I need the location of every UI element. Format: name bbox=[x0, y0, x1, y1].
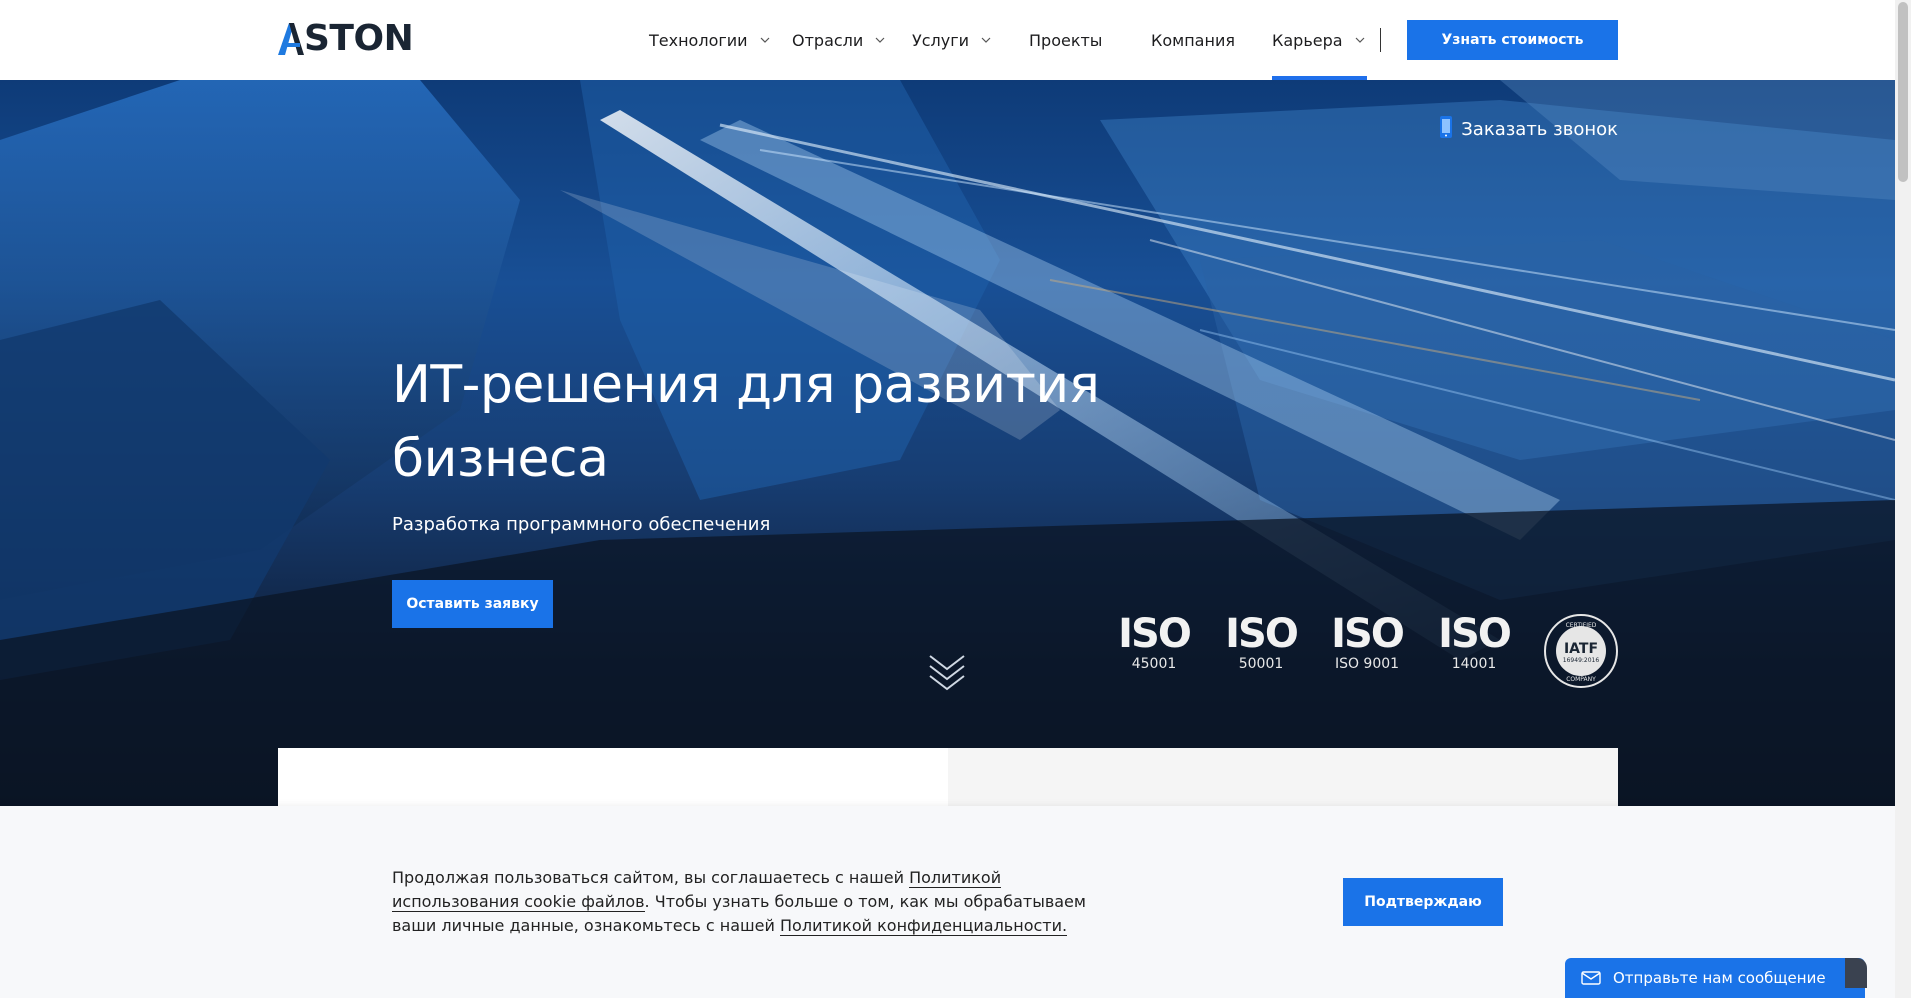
iso-logo-icon: ISO bbox=[1438, 611, 1512, 657]
nav-label: Услуги bbox=[912, 30, 970, 50]
cert-number: 50001 bbox=[1238, 656, 1284, 672]
scroll-down-chevrons-icon[interactable] bbox=[928, 652, 966, 698]
cookie-notice-text: Продолжая пользоваться сайтом, вы соглаш… bbox=[392, 866, 1122, 938]
nav-divider bbox=[1380, 28, 1381, 52]
submit-request-button[interactable]: Оставить заявку bbox=[392, 580, 553, 628]
iso-logo-icon: ISO bbox=[1118, 611, 1192, 657]
iso-50001-badge: ISO 50001 bbox=[1224, 611, 1299, 692]
iatf-certified-seal-icon: CERTIFIED IATF 16949:2016 COMPANY bbox=[1543, 613, 1619, 689]
chat-label: Отправьте нам сообщение bbox=[1613, 969, 1826, 987]
cert-number: 14001 bbox=[1451, 656, 1497, 672]
site-header: STON Технологии Отрасли Услуги Проекты К… bbox=[0, 0, 1895, 80]
iso-logo-icon: ISO bbox=[1331, 611, 1405, 657]
iso-14001-badge: ISO 14001 bbox=[1437, 611, 1512, 692]
chevron-down-icon bbox=[875, 34, 887, 46]
iatf-num-text: 16949:2016 bbox=[1563, 657, 1600, 664]
callback-label: Заказать звонок bbox=[1461, 119, 1618, 140]
nav-projects[interactable]: Проекты bbox=[1029, 0, 1102, 80]
feature-card-left bbox=[278, 748, 948, 806]
iatf-bottom-text: COMPANY bbox=[1566, 676, 1596, 683]
nav-label: Карьера bbox=[1272, 30, 1343, 50]
iso-45001-badge: ISO 45001 bbox=[1117, 611, 1192, 692]
hero-title: ИТ-решения для развития бизнеса bbox=[392, 355, 1100, 489]
nav-label: Компания bbox=[1151, 30, 1235, 50]
phone-icon bbox=[1439, 115, 1453, 144]
nav-label: Технологии bbox=[649, 30, 748, 50]
iso-9001-badge: ISO ISO 9001 bbox=[1330, 611, 1405, 692]
chevron-down-icon bbox=[981, 34, 993, 46]
page-scrollbar[interactable] bbox=[1895, 0, 1911, 998]
confirm-cookies-button[interactable]: Подтверждаю bbox=[1343, 878, 1503, 926]
iatf-main-text: IATF bbox=[1564, 641, 1598, 657]
hero-subtitle: Разработка программного обеспечения bbox=[392, 514, 771, 535]
privacy-policy-link[interactable]: Политикой конфиденциальности. bbox=[780, 916, 1068, 936]
feature-card-right bbox=[948, 748, 1618, 806]
iatf-top-text: CERTIFIED bbox=[1566, 622, 1597, 629]
logo-text: STON bbox=[304, 18, 414, 59]
chevron-down-icon bbox=[760, 34, 772, 46]
scrollbar-thumb[interactable] bbox=[1898, 2, 1908, 182]
iso-logo-icon: ISO bbox=[1225, 611, 1299, 657]
nav-career[interactable]: Карьера bbox=[1272, 0, 1367, 80]
cert-number: 45001 bbox=[1131, 656, 1177, 672]
get-price-button[interactable]: Узнать стоимость bbox=[1407, 20, 1618, 60]
nav-label: Проекты bbox=[1029, 30, 1103, 50]
logo-mark-icon bbox=[278, 23, 304, 55]
cookie-text-part: Продолжая пользоваться сайтом, вы соглаш… bbox=[392, 868, 910, 887]
aston-logo[interactable]: STON bbox=[278, 18, 414, 59]
nav-services[interactable]: Услуги bbox=[912, 0, 993, 80]
nav-industries[interactable]: Отрасли bbox=[792, 0, 887, 80]
envelope-icon bbox=[1581, 971, 1601, 985]
nav-technologies[interactable]: Технологии bbox=[649, 0, 772, 80]
hero-section: Заказать звонок ИТ-решения для развития … bbox=[0, 80, 1895, 806]
nav-label: Отрасли bbox=[792, 30, 864, 50]
cert-number: ISO 9001 bbox=[1334, 656, 1400, 672]
nav-company[interactable]: Компания bbox=[1151, 0, 1235, 80]
chat-corner-decoration bbox=[1845, 958, 1867, 988]
chevron-down-icon bbox=[1355, 34, 1367, 46]
chat-widget-button[interactable]: Отправьте нам сообщение bbox=[1565, 958, 1865, 998]
callback-link[interactable]: Заказать звонок bbox=[1439, 115, 1618, 144]
